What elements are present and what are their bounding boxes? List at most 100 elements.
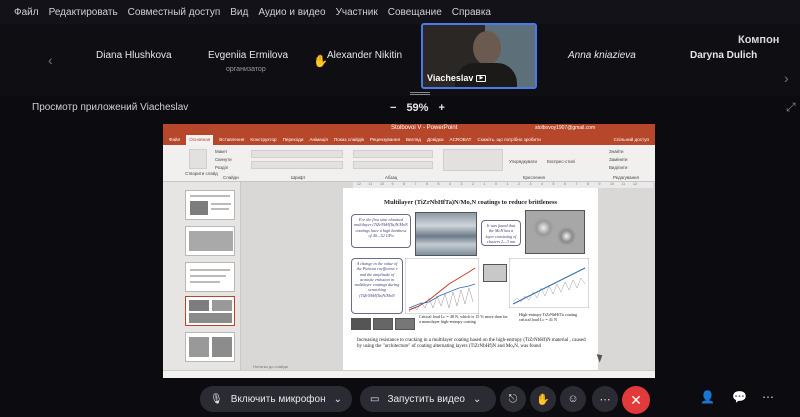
ppt-tab[interactable]: Вставлення <box>219 135 244 145</box>
more-options-icon[interactable]: ⋯ <box>592 386 618 412</box>
chevron-down-icon[interactable]: ⌄ <box>334 394 342 405</box>
slides-group-label: Слайди <box>223 175 239 180</box>
reactions-icon[interactable]: ☺ <box>560 386 586 412</box>
video-button[interactable]: ▭ Запустить видео ⌄ <box>360 386 496 412</box>
section-label[interactable]: Розділ <box>215 165 228 170</box>
ppt-tab[interactable]: ACROBAT <box>450 135 472 145</box>
quick-styles-label[interactable]: Експрес-стилі <box>547 159 575 164</box>
alignment-buttons[interactable] <box>353 161 433 169</box>
raise-hand-icon[interactable]: ✋ <box>530 386 556 412</box>
slide-canvas[interactable]: Multilayer (TiZrNbHfTa)N/MoₓN coatings t… <box>343 188 598 370</box>
ppt-user-email: stolbovoy1907@gmail.com <box>535 125 596 131</box>
callout-clusters[interactable]: It was found that the MoN has a layer co… <box>481 220 521 246</box>
layout-label[interactable]: Макет <box>215 149 227 154</box>
shapes-gallery[interactable] <box>443 149 503 171</box>
participants-icon[interactable]: 👤 <box>700 390 715 404</box>
ppt-tab[interactable]: Довідка <box>427 135 444 145</box>
more-icon[interactable]: ⋯ <box>762 390 774 404</box>
ppt-tab-active[interactable]: Основная <box>186 135 214 145</box>
slide-conclusion[interactable]: Increasing resistance to cracking in a m… <box>357 338 587 351</box>
participant-name[interactable]: Daryna Dulich <box>690 50 757 61</box>
zoom-out-button[interactable]: − <box>390 102 396 114</box>
participant-name[interactable]: Diana Hlushkova <box>96 50 172 61</box>
drag-handle[interactable] <box>410 92 430 95</box>
new-slide-label[interactable]: Створити слайд <box>185 171 218 176</box>
ppt-tab[interactable]: Показ слайдів <box>334 135 364 145</box>
layout-button[interactable]: Компон <box>738 34 779 46</box>
callout-hardness[interactable]: For the first time obtained multilayer (… <box>351 214 411 248</box>
participant-name[interactable]: Anna kniazieva <box>568 50 636 61</box>
slide-title[interactable]: Multilayer (TiZrNbHfTa)N/MoₓN coatings t… <box>343 199 598 206</box>
zoom-controls: − 59% + <box>390 102 445 114</box>
ppt-tab[interactable]: Файл <box>169 135 180 145</box>
ppt-tab[interactable]: Конструктор <box>250 135 276 145</box>
screen-share-icon: ▶ <box>476 74 487 82</box>
paragraph-buttons[interactable] <box>353 150 433 158</box>
caption-critical-load[interactable]: Critical load Lc = 48 N, which is 15 % m… <box>419 314 509 324</box>
slide-thumbnail-selected[interactable] <box>185 296 235 326</box>
view-options-icon[interactable]: ⤢ <box>786 100 796 115</box>
video-off-icon: ▭ <box>370 393 380 405</box>
ppt-share-button[interactable]: Спільний доступ <box>614 135 655 145</box>
font-format-buttons[interactable] <box>251 161 343 169</box>
share-screen-icon[interactable]: ⎋ <box>500 386 526 412</box>
ppt-ribbon: Створити слайд Макет Скинути Розділ Слай… <box>163 145 655 182</box>
slide-thumbnail[interactable] <box>185 262 235 292</box>
ppt-statusbar <box>163 370 655 378</box>
slide-thumbnail[interactable] <box>185 226 235 256</box>
callout-poisson[interactable]: A change in the value of the Poisson coe… <box>351 258 403 314</box>
menu-help[interactable]: Справка <box>452 7 491 18</box>
ppt-tab[interactable]: Переходи <box>283 135 304 145</box>
microphone-button[interactable]: 🎙 Включить микрофон ⌄ <box>200 386 352 412</box>
notes-pane[interactable]: Нотатки до слайда <box>253 364 288 369</box>
ruler-tick: 11 <box>621 182 626 186</box>
shared-screen[interactable]: Stolbovoi V - PowerPoint stolbovoy1907@g… <box>163 124 655 378</box>
speaker-label: Viacheslav ▶ <box>427 73 487 83</box>
ruler-tick: 7 <box>575 182 578 186</box>
slide-thumbnail[interactable] <box>185 332 235 362</box>
ruler-tick: 9 <box>598 182 601 186</box>
chevron-down-icon[interactable]: ⌄ <box>473 394 481 405</box>
ruler-tick: 0 <box>495 182 497 186</box>
menu-file[interactable]: Файл <box>14 7 39 18</box>
hea-scratch-chart <box>509 258 589 308</box>
video-label: Запустить видео <box>387 393 465 405</box>
menu-view[interactable]: Вид <box>230 7 248 18</box>
zoom-level: 59% <box>406 102 429 114</box>
slide-thumbnail[interactable] <box>185 190 235 220</box>
scratch-track-image <box>483 264 507 282</box>
menu-edit[interactable]: Редактировать <box>49 7 118 18</box>
ruler-tick: 10 <box>380 182 384 186</box>
select-label[interactable]: Виділити <box>609 165 627 170</box>
replace-label[interactable]: Замінити <box>609 157 627 162</box>
ppt-tab[interactable]: Вигляд <box>406 135 421 145</box>
scroll-right-icon[interactable]: › <box>784 70 789 86</box>
ruler-tick: 8 <box>587 182 589 186</box>
zoom-in-button[interactable]: + <box>438 102 444 114</box>
chat-icon[interactable]: 💬 <box>732 390 747 404</box>
menu-meeting[interactable]: Совещание <box>388 7 442 18</box>
new-slide-icon[interactable] <box>189 149 207 169</box>
reset-label[interactable]: Скинути <box>215 157 232 162</box>
font-name-box[interactable] <box>251 150 343 158</box>
ruler-tick: 5 <box>552 182 555 186</box>
participant-name[interactable]: Alexander Nikitin <box>327 50 402 61</box>
scroll-left-icon[interactable]: ‹ <box>48 52 53 68</box>
ruler-tick: 6 <box>564 182 566 186</box>
find-label[interactable]: Знайти <box>609 149 623 154</box>
participant-strip: ‹ Diana Hlushkova Evgeniia Ermilova орга… <box>0 24 800 96</box>
participant-name[interactable]: Evgeniia Ermilova <box>208 50 288 61</box>
menu-audio-video[interactable]: Аудио и видео <box>258 7 325 18</box>
ruler-tick: 1 <box>483 182 486 186</box>
menu-share[interactable]: Совместный доступ <box>128 7 221 18</box>
ppt-tab[interactable]: Анімація <box>309 135 327 145</box>
ppt-tab[interactable]: Рецензування <box>370 135 400 145</box>
caption-hea-load[interactable]: High-entropy TiZrNbHfTa coating critical… <box>519 312 589 322</box>
active-speaker-video[interactable]: Viacheslav ▶ <box>421 23 537 89</box>
ruler-tick: 3 <box>529 182 532 186</box>
sem-cross-section-image <box>415 212 477 256</box>
arrange-label[interactable]: Упорядкувати <box>509 159 537 164</box>
ppt-tell-me[interactable]: Скажіть, що потрібно зробити <box>477 135 540 145</box>
menu-participant[interactable]: Участник <box>336 7 378 18</box>
leave-meeting-icon[interactable]: ✕ <box>622 386 650 414</box>
